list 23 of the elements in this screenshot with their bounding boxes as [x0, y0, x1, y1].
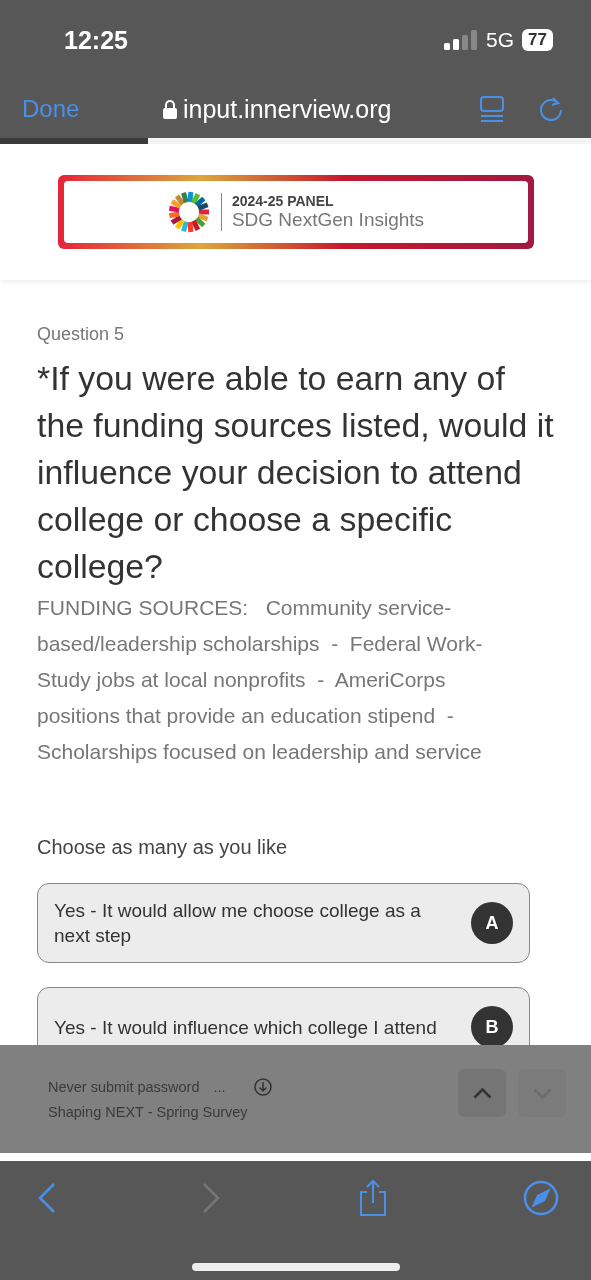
previous-button[interactable] — [458, 1069, 506, 1117]
network-label: 5G — [486, 28, 515, 52]
ellipsis-text: ... — [213, 1079, 226, 1095]
option-letter: A — [471, 902, 513, 944]
survey-title: Shaping NEXT - Spring Survey — [48, 1104, 249, 1120]
answer-option[interactable]: Yes - It would allow me choose college as a next step A — [37, 883, 530, 963]
url-text[interactable]: input.innerview.org — [182, 94, 392, 124]
question-number: Question 5 — [37, 324, 126, 345]
sdg-wheel-icon — [166, 190, 211, 234]
option-letter: B — [471, 1006, 513, 1045]
signal-icon — [444, 30, 479, 50]
banner-subtitle: SDG NextGen Insights — [231, 209, 425, 231]
answer-option[interactable]: Yes - It would influence which college I attend B — [37, 987, 530, 1045]
question-description: FUNDING SOURCES: Community service-based/leadership scholarships - Federal Work-Study jobs at local nonprofits - AmeriCorps positions that provide an education stipend - Scholarships focused on leadership and service — [37, 595, 484, 765]
banner-heading: 2024-25 PANEL — [231, 193, 335, 209]
battery-indicator: 77 — [522, 29, 553, 51]
lock-icon — [162, 99, 177, 119]
password-hint: Never submit password — [48, 1079, 200, 1095]
status-time: 12:25 — [64, 25, 128, 55]
download-icon[interactable] — [253, 1078, 272, 1096]
chevron-up-icon — [472, 1087, 492, 1099]
question-title: *If you were able to earn any of the funding sources listed, would it influence your decision to attend college or choose a specific college? — [37, 358, 555, 587]
instruction-text: Choose as many as you like — [37, 836, 289, 859]
